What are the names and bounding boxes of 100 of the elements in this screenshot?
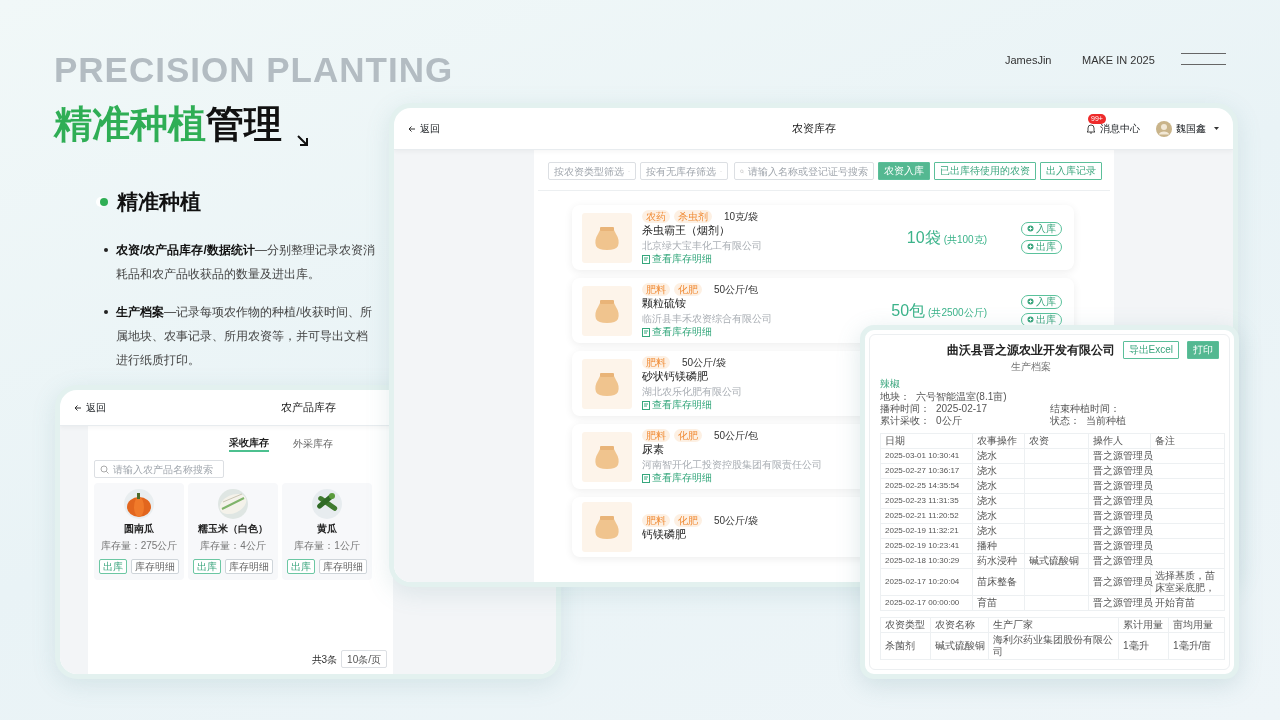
stock-count: 10袋 <box>906 228 941 246</box>
table-cell: 药水浸种 <box>972 553 1025 569</box>
table-cell: 晋之源管理员 <box>1088 523 1151 539</box>
field-label: 播种时间： <box>880 403 930 414</box>
category-tag: 化肥 <box>674 283 702 296</box>
item-spec: 50公斤/袋 <box>714 514 758 527</box>
company-title: 曲沃县晋之源农业开发有限公司 <box>946 342 1117 359</box>
search-icon <box>100 464 109 474</box>
stock-details-link[interactable]: 查看库存明细 <box>642 253 712 265</box>
field-value: 0公斤 <box>936 415 962 426</box>
table-cell: 2025-02-23 11:31:35 <box>880 493 973 509</box>
table-cell: 浇水 <box>972 508 1025 524</box>
tab[interactable]: 采收库存 <box>228 436 269 452</box>
slide-overline: PRECISION PLANTING <box>54 49 454 91</box>
item-spec: 50公斤/包 <box>714 283 758 296</box>
stock-button[interactable]: 出库 <box>1021 312 1062 327</box>
export-button[interactable]: 导出Excel <box>1122 341 1179 359</box>
table-cell: 苗床整备 <box>972 568 1025 596</box>
back-link[interactable]: 返回 <box>408 121 440 136</box>
outbound-button[interactable]: 出库 <box>99 559 127 574</box>
action-button[interactable]: 已出库待使用的农资 <box>934 162 1036 180</box>
stock-amount: 库存量：275公斤 <box>100 539 178 553</box>
table-cell: 晋之源管理员 <box>1088 448 1151 464</box>
table-cell: 1毫升/亩 <box>1168 632 1225 660</box>
details-button[interactable]: 库存明细 <box>131 559 179 574</box>
item-spec: 50公斤/袋 <box>682 356 726 369</box>
company-name: 湖北农乐化肥有限公司 <box>642 386 742 398</box>
table-cell: 播种 <box>972 538 1025 554</box>
back-link[interactable]: 返回 <box>74 400 106 415</box>
filter-select[interactable]: 按有无库存筛选 <box>640 162 728 180</box>
filter-select[interactable]: 按农资类型筛选 <box>548 162 636 180</box>
stock-amount: 库存量：4公斤 <box>200 539 266 553</box>
stock-count: 50包 <box>891 301 926 319</box>
stock-button[interactable]: 入库 <box>1021 294 1062 309</box>
bullet-dot <box>104 310 108 314</box>
action-button[interactable]: 出入库记录 <box>1040 162 1102 180</box>
stock-total: (共100克) <box>943 233 987 245</box>
item-name: 尿素 <box>642 443 664 455</box>
details-button[interactable]: 库存明细 <box>225 559 273 574</box>
table-cell: 2025-02-18 10:30:29 <box>880 553 973 569</box>
product-name: 圆南瓜 <box>124 522 154 536</box>
field-value: 当前种植 <box>1085 415 1126 426</box>
stock-details-link[interactable]: 查看库存明细 <box>642 399 712 411</box>
table-cell: 晋之源管理员 <box>1088 568 1151 596</box>
table-cell: 晋之源管理员 <box>1088 508 1151 524</box>
field-label: 状态： <box>1049 415 1080 426</box>
stock-button[interactable]: 入库 <box>1021 221 1062 236</box>
column-header: 农资 <box>1024 433 1089 449</box>
table-cell: 浇水 <box>972 448 1025 464</box>
stock-details-link[interactable]: 查看库存明细 <box>642 326 712 338</box>
table-cell: 2025-02-17 00:00:00 <box>880 595 973 611</box>
back-arrow-icon <box>408 124 416 133</box>
company-name: 河南智开化工投资控股集团有限责任公司 <box>642 459 822 471</box>
company-name: 北京绿大宝丰化工有限公司 <box>642 240 762 252</box>
category-tag: 杀虫剂 <box>674 210 712 223</box>
table-cell: 晋之源管理员 <box>1088 553 1151 569</box>
plus-circle-icon <box>1027 316 1034 323</box>
details-button[interactable]: 库存明细 <box>319 559 367 574</box>
product-name: 黄瓜 <box>317 522 337 536</box>
table-cell: 浇水 <box>972 523 1025 539</box>
slide-title: 精准种植管理 <box>54 102 282 147</box>
item-name: 颗粒硫铵 <box>642 297 686 309</box>
table-cell: 晋之源管理员 <box>1088 538 1151 554</box>
category-tag: 肥料 <box>642 283 670 296</box>
column-header: 农资类型 <box>880 617 931 633</box>
action-button[interactable]: 农资入库 <box>878 162 930 180</box>
field-value: 2025-02-17 <box>936 403 988 414</box>
notification-link[interactable]: 消息中心 <box>1086 121 1140 136</box>
author-name: JamesJin <box>1005 53 1052 68</box>
column-header: 农资名称 <box>930 617 989 633</box>
category-tag: 化肥 <box>674 429 702 442</box>
item-name: 砂状钙镁磷肥 <box>642 370 708 382</box>
table-cell: 2025-02-17 10:20:04 <box>880 568 973 596</box>
tab[interactable]: 外采库存 <box>292 436 333 452</box>
category-tag: 肥料 <box>642 356 670 369</box>
column-header: 备注 <box>1150 433 1225 449</box>
user-menu[interactable]: 魏国鑫 <box>1156 120 1219 137</box>
stock-button[interactable]: 出库 <box>1021 239 1062 254</box>
search-field[interactable]: 请输入名称或登记证号搜索 <box>734 162 874 180</box>
table-cell: 晋之源管理员 <box>1088 478 1151 494</box>
field-label: 地块： <box>880 391 910 402</box>
print-button[interactable]: 打印 <box>1187 341 1219 359</box>
table-cell: 晋之源管理员 <box>1088 595 1151 611</box>
search-field[interactable]: 请输入农产品名称搜索 <box>94 460 224 478</box>
stock-details-link[interactable]: 查看库存明细 <box>642 472 712 484</box>
plus-circle-icon <box>1027 298 1034 305</box>
item-name: 钙镁磷肥 <box>642 528 686 540</box>
plus-circle-icon <box>1027 243 1034 250</box>
category-tag: 肥料 <box>642 429 670 442</box>
column-header: 累计用量 <box>1118 617 1169 633</box>
document-icon <box>642 254 650 264</box>
page-size-select[interactable]: 10条/页 <box>341 650 387 668</box>
table-cell: 碱式硫酸铜 <box>1024 553 1089 569</box>
column-header: 生产厂家 <box>988 617 1119 633</box>
caret-icon <box>1214 127 1219 130</box>
table-cell: 育苗 <box>972 595 1025 611</box>
product-name: 糯玉米（白色） <box>198 522 268 536</box>
outbound-button[interactable]: 出库 <box>287 559 315 574</box>
outbound-button[interactable]: 出库 <box>193 559 221 574</box>
table-cell: 碱式硫酸铜 <box>930 632 989 660</box>
